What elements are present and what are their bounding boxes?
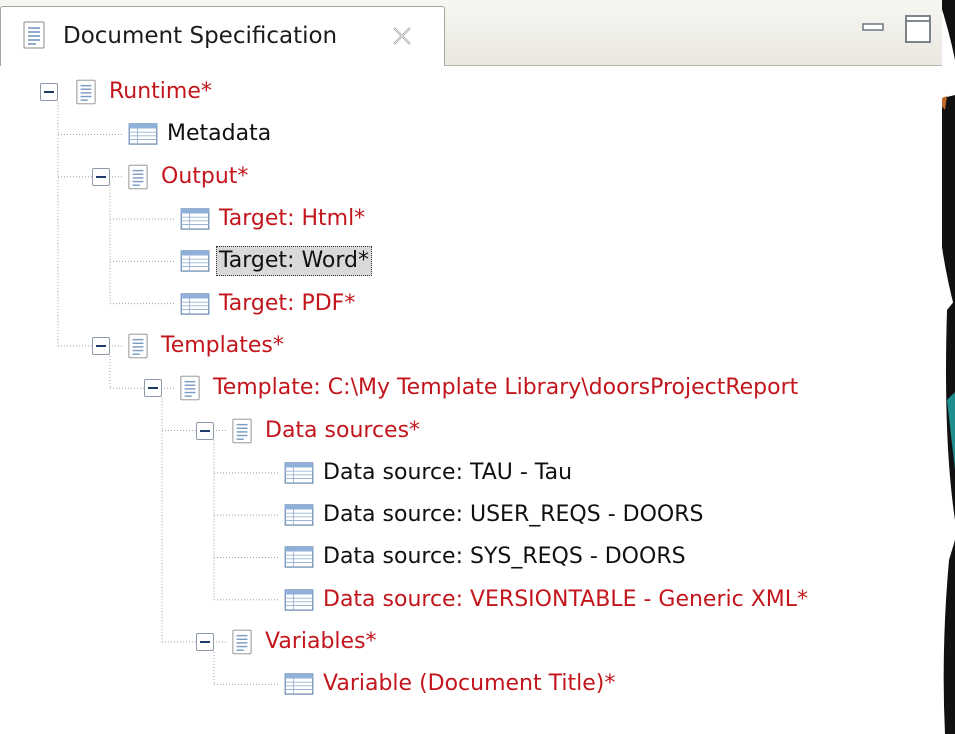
table-icon xyxy=(180,208,210,234)
document-icon xyxy=(232,629,252,659)
collapse-toggle[interactable] xyxy=(196,421,214,440)
document-icon xyxy=(232,418,252,448)
minimize-icon[interactable] xyxy=(862,20,884,34)
document-icon xyxy=(180,375,200,405)
table-icon xyxy=(180,250,210,276)
maximize-icon[interactable] xyxy=(904,14,932,44)
document-spec-tree[interactable]: Runtime* Metadata Output* Target: Html* Targ… xyxy=(0,66,942,734)
tree-node-target-pdf[interactable]: Target: PDF* xyxy=(216,289,358,319)
document-specification-tab[interactable]: Document Specification xyxy=(0,6,445,66)
tab-title: Document Specification xyxy=(63,23,338,49)
tree-node-ds-sys-reqs[interactable]: Data source: SYS_REQS - DOORS xyxy=(320,542,689,572)
document-icon xyxy=(128,333,148,363)
table-icon xyxy=(284,673,314,699)
collapse-toggle[interactable] xyxy=(196,633,214,652)
view-tab-bar: Document Specification xyxy=(0,0,942,66)
collapse-toggle[interactable] xyxy=(92,336,110,355)
table-icon xyxy=(128,123,158,149)
tree-node-variables[interactable]: Variables* xyxy=(262,627,380,657)
close-icon[interactable] xyxy=(389,23,415,49)
document-icon xyxy=(128,164,148,194)
tree-node-templates[interactable]: Templates* xyxy=(158,331,287,361)
collapse-toggle[interactable] xyxy=(144,379,162,398)
tree-node-ds-user-reqs[interactable]: Data source: USER_REQS - DOORS xyxy=(320,500,706,530)
document-icon xyxy=(23,21,45,49)
table-icon xyxy=(284,504,314,530)
tree-node-output[interactable]: Output* xyxy=(158,162,251,192)
tree-node-template-file[interactable]: Template: C:\My Template Library\doorsPr… xyxy=(210,373,801,403)
collapse-toggle[interactable] xyxy=(40,83,58,102)
tree-node-data-sources[interactable]: Data sources* xyxy=(262,416,423,446)
table-icon xyxy=(284,462,314,488)
collapse-toggle[interactable] xyxy=(92,167,110,186)
table-icon xyxy=(284,589,314,615)
tree-node-target-html[interactable]: Target: Html* xyxy=(216,204,368,234)
table-icon xyxy=(284,546,314,572)
tree-node-ds-tau[interactable]: Data source: TAU - Tau xyxy=(320,458,575,488)
document-icon xyxy=(76,79,96,109)
tree-node-target-word[interactable]: Target: Word* xyxy=(216,246,373,277)
tree-node-var-doc-title[interactable]: Variable (Document Title)* xyxy=(320,669,618,699)
tree-node-metadata[interactable]: Metadata xyxy=(164,119,274,149)
tree-node-ds-versiontable[interactable]: Data source: VERSIONTABLE - Generic XML* xyxy=(320,585,811,615)
tree-node-runtime[interactable]: Runtime* xyxy=(106,77,215,107)
table-icon xyxy=(180,292,210,319)
